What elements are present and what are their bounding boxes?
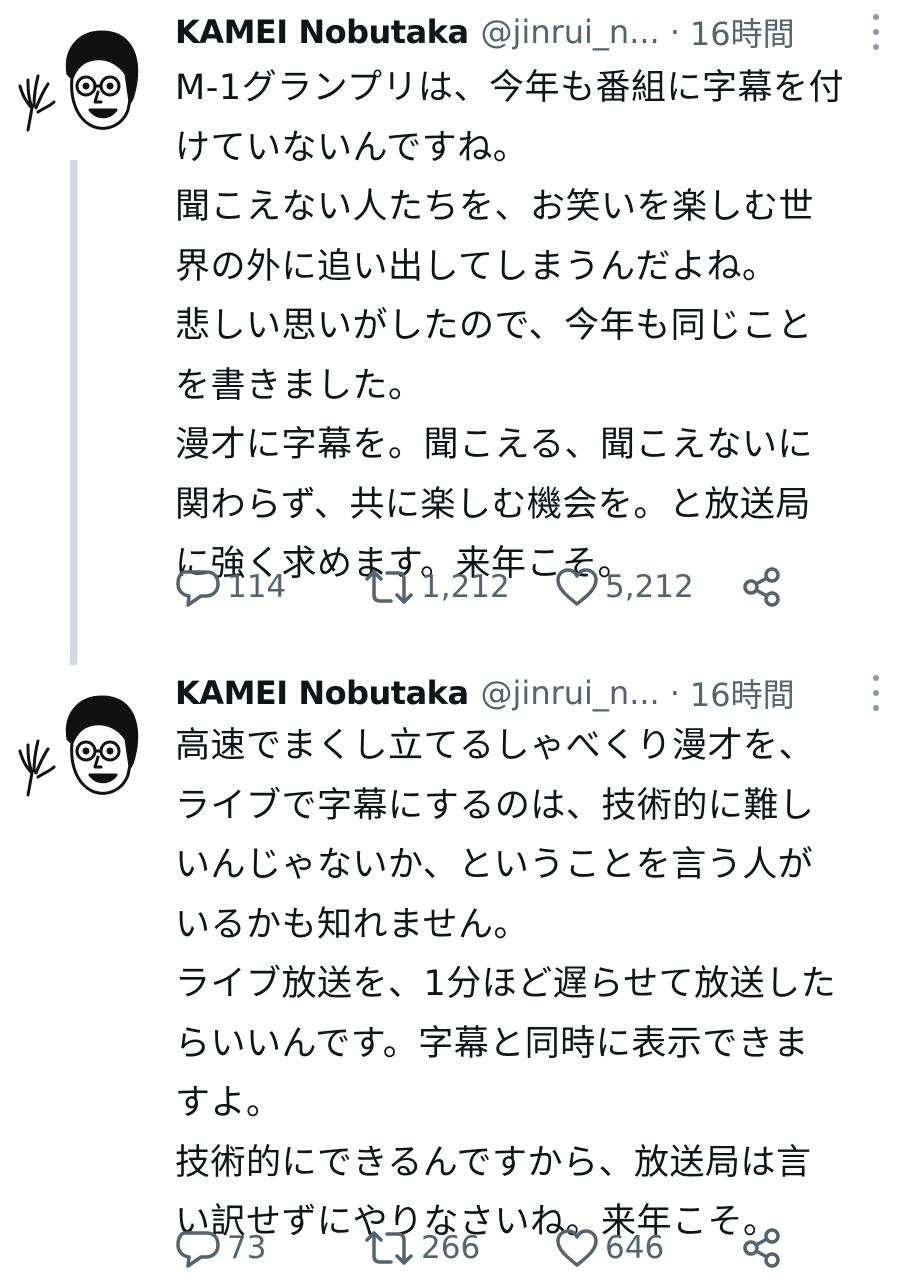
avatar[interactable] [6,22,146,134]
tweet-actions: 73 266 646 [175,1223,897,1273]
reply-count: 73 [227,1230,267,1266]
author-name[interactable]: KAMEI Nobutaka [175,13,469,51]
tweet-header: KAMEI Nobutaka @jinrui_n... · 16時間 [175,670,897,716]
waving-cartoon-avatar-icon [18,695,139,797]
share-icon [743,1228,780,1268]
retweet-count: 266 [421,1230,481,1266]
tweet-header: KAMEI Nobutaka @jinrui_n... · 16時間 [175,9,897,55]
tweet-text: M-1グランプリは、今年も番組に字幕を付 けていないんですね。 聞こえない人たち… [175,68,845,584]
like-button[interactable]: 5,212 [555,562,694,612]
heart-icon [556,1229,598,1267]
timestamp[interactable]: 16時間 [690,9,795,55]
avatar[interactable] [6,687,146,799]
reply-icon [176,570,220,607]
tweet[interactable]: KAMEI Nobutaka @jinrui_n... · 16時間 高速でまく… [0,665,897,1280]
share-icon [743,567,780,607]
retweet-button[interactable]: 1,212 [363,562,510,612]
tweet-text: 高速でまくし立てるしゃべくり漫才を、 ライブで字幕にするのは、技術的に難し いん… [175,726,837,1242]
retweet-icon [365,570,413,604]
retweet-button[interactable]: 266 [363,1223,480,1273]
share-button[interactable] [741,1223,783,1273]
author-handle[interactable]: @jinrui_n... [481,13,660,51]
heart-icon [556,568,598,606]
retweet-count: 1,212 [421,569,510,605]
reply-button[interactable]: 114 [175,562,286,612]
waving-cartoon-avatar-icon [18,30,139,132]
thread-line [70,160,77,665]
reply-icon [176,1231,220,1268]
tweet-actions: 114 1,212 5,212 [175,562,897,612]
separator: · [669,13,680,51]
timestamp[interactable]: 16時間 [690,670,795,716]
reply-button[interactable]: 73 [175,1223,266,1273]
retweet-icon [365,1231,413,1265]
more-options-icon[interactable] [869,675,883,711]
like-button[interactable]: 646 [555,1223,664,1273]
author-handle[interactable]: @jinrui_n... [481,674,660,712]
tweet[interactable]: KAMEI Nobutaka @jinrui_n... · 16時間 M-1グラ… [0,0,897,665]
reply-count: 114 [227,569,287,605]
like-count: 646 [605,1230,665,1266]
more-options-icon[interactable] [869,14,883,50]
share-button[interactable] [741,562,783,612]
separator: · [669,674,680,712]
author-name[interactable]: KAMEI Nobutaka [175,674,469,712]
like-count: 5,212 [605,569,694,605]
